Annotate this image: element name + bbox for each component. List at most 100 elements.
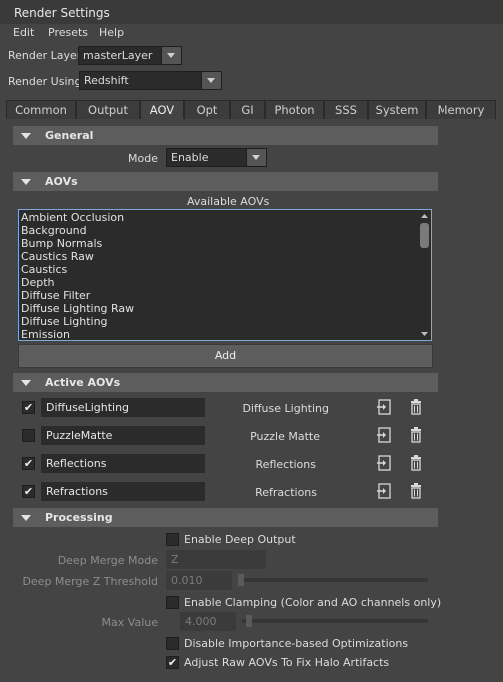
- section-aovs-title: AOVs: [45, 175, 78, 188]
- tab-output[interactable]: Output: [76, 100, 140, 119]
- triangle-down-icon: [21, 133, 31, 139]
- aov-type-label: Diffuse Lighting: [242, 402, 329, 415]
- scroll-down-icon[interactable]: [419, 329, 430, 339]
- window-title: Render Settings: [14, 6, 110, 20]
- section-general-title: General: [45, 129, 94, 142]
- menu-edit[interactable]: Edit: [13, 26, 34, 39]
- export-icon[interactable]: [376, 426, 394, 444]
- aov-name-field[interactable]: Reflections: [41, 454, 205, 473]
- max-value-label: Max Value: [101, 616, 158, 629]
- triangle-down-icon: [21, 380, 31, 386]
- deep-merge-mode-label: Deep Merge Mode: [57, 554, 158, 567]
- checkmark-icon: ✔: [23, 457, 34, 470]
- adjust-raw-aovs-label: Adjust Raw AOVs To Fix Halo Artifacts: [184, 656, 390, 669]
- list-item[interactable]: Diffuse Lighting: [21, 315, 108, 328]
- tab-sss[interactable]: SSS: [324, 100, 368, 119]
- enable-deep-output-checkbox[interactable]: [166, 533, 179, 546]
- tab-gi[interactable]: GI: [230, 100, 265, 119]
- render-using-label: Render Using: [8, 75, 82, 88]
- adjust-raw-aovs-checkbox[interactable]: ✔: [166, 656, 179, 669]
- right-empty-area: [444, 119, 503, 682]
- aov-enable-checkbox[interactable]: ✔: [22, 457, 35, 470]
- aov-enable-checkbox[interactable]: [22, 429, 35, 442]
- aov-enable-checkbox[interactable]: ✔: [22, 485, 35, 498]
- max-value-field: 4.000: [180, 612, 236, 631]
- tab-system[interactable]: System: [368, 100, 426, 119]
- available-aovs-list[interactable]: Ambient Occlusion Background Bump Normal…: [18, 209, 432, 341]
- list-item[interactable]: Ambient Occlusion: [21, 211, 124, 224]
- render-layer-label: Render Layer: [8, 49, 82, 62]
- export-icon[interactable]: [376, 454, 394, 472]
- render-layer-value: masterLayer: [83, 49, 153, 62]
- mode-value: Enable: [171, 151, 209, 164]
- enable-deep-output-label: Enable Deep Output: [184, 533, 296, 546]
- slider-thumb: [238, 574, 244, 586]
- mode-dropdown[interactable]: Enable: [166, 148, 267, 167]
- tab-bar: Common Output AOV Opt GI Photon SSS Syst…: [6, 100, 496, 119]
- trash-icon[interactable]: [407, 398, 425, 416]
- deep-merge-mode-dropdown: Z: [166, 550, 266, 569]
- trash-icon[interactable]: [407, 454, 425, 472]
- list-item[interactable]: Caustics: [21, 263, 67, 276]
- section-active-aovs-title: Active AOVs: [45, 376, 121, 389]
- add-aov-button[interactable]: Add: [18, 344, 433, 368]
- enable-clamping-checkbox[interactable]: [166, 596, 179, 609]
- list-item[interactable]: Background: [21, 224, 87, 237]
- mode-label: Mode: [128, 152, 158, 165]
- checkmark-icon: ✔: [23, 485, 34, 498]
- tab-memory[interactable]: Memory: [426, 100, 496, 119]
- section-active-aovs-header[interactable]: Active AOVs: [13, 373, 438, 392]
- export-icon[interactable]: [376, 398, 394, 416]
- scroll-up-icon[interactable]: [419, 211, 430, 221]
- enable-clamping-label: Enable Clamping (Color and AO channels o…: [184, 596, 442, 609]
- list-item[interactable]: Bump Normals: [21, 237, 102, 250]
- render-using-value: Redshift: [84, 74, 129, 87]
- tab-common[interactable]: Common: [6, 100, 76, 119]
- trash-icon[interactable]: [407, 482, 425, 500]
- render-using-dropdown[interactable]: Redshift: [79, 71, 222, 90]
- aov-type-label: Puzzle Matte: [250, 430, 320, 443]
- aov-type-label: Refractions: [255, 486, 317, 499]
- chevron-down-icon: [201, 72, 221, 89]
- section-processing-title: Processing: [45, 511, 113, 524]
- list-item[interactable]: Caustics Raw: [21, 250, 94, 263]
- aov-enable-checkbox[interactable]: ✔: [22, 401, 35, 414]
- chevron-down-icon: [246, 149, 266, 166]
- list-item[interactable]: Depth: [21, 276, 55, 289]
- slider-thumb: [246, 615, 252, 627]
- max-value-slider: [242, 615, 428, 627]
- checkmark-icon: ✔: [23, 401, 34, 414]
- disable-importance-label: Disable Importance-based Optimizations: [184, 637, 409, 650]
- scrollbar-thumb[interactable]: [420, 223, 429, 248]
- tab-aov[interactable]: AOV: [140, 100, 184, 119]
- deep-merge-z-threshold-slider: [238, 574, 428, 586]
- render-layer-dropdown[interactable]: masterLayer: [78, 46, 182, 65]
- menu-help[interactable]: Help: [99, 26, 124, 39]
- chevron-down-icon: [161, 47, 181, 64]
- list-item[interactable]: Emission: [21, 328, 70, 341]
- aov-name-field[interactable]: Refractions: [41, 482, 205, 501]
- list-scrollbar[interactable]: [419, 211, 430, 339]
- title-bar: Render Settings: [0, 0, 503, 24]
- deep-merge-z-threshold-label: Deep Merge Z Threshold: [22, 575, 158, 588]
- tab-opt[interactable]: Opt: [184, 100, 230, 119]
- trash-icon[interactable]: [407, 426, 425, 444]
- triangle-down-icon: [21, 515, 31, 521]
- aov-name-field[interactable]: DiffuseLighting: [41, 398, 205, 417]
- list-item[interactable]: Diffuse Filter: [21, 289, 90, 302]
- section-general-header[interactable]: General: [13, 126, 438, 145]
- section-processing-header[interactable]: Processing: [13, 508, 438, 527]
- tab-photon[interactable]: Photon: [265, 100, 324, 119]
- aov-name-field[interactable]: PuzzleMatte: [41, 426, 205, 445]
- checkmark-icon: ✔: [167, 656, 178, 669]
- deep-merge-z-threshold-field: 0.010: [166, 571, 232, 590]
- aov-type-label: Reflections: [255, 458, 316, 471]
- triangle-down-icon: [21, 179, 31, 185]
- export-icon[interactable]: [376, 482, 394, 500]
- section-aovs-header[interactable]: AOVs: [13, 172, 438, 191]
- available-aovs-label: Available AOVs: [187, 195, 270, 208]
- disable-importance-checkbox[interactable]: [166, 637, 179, 650]
- menu-presets[interactable]: Presets: [48, 26, 88, 39]
- list-item[interactable]: Diffuse Lighting Raw: [21, 302, 134, 315]
- menu-bar: Edit Presets Help: [0, 24, 503, 44]
